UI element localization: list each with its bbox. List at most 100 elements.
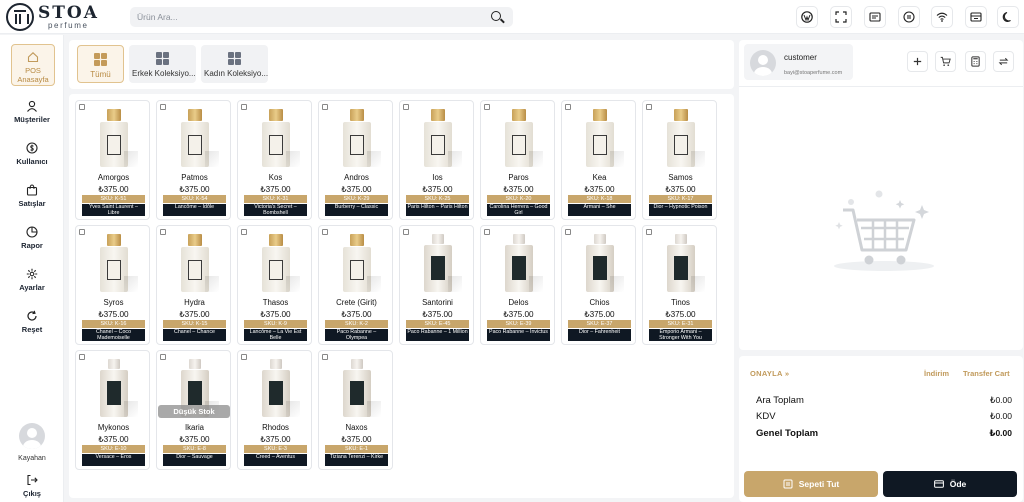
logout-button[interactable]: Çıkış bbox=[0, 474, 64, 498]
product-sku: SKU: K-29 bbox=[325, 195, 388, 203]
product-sku: SKU: K-25 bbox=[406, 195, 469, 203]
sidebar-item-customers[interactable]: Müşteriler bbox=[0, 100, 64, 124]
pay-button[interactable]: Öde bbox=[883, 471, 1017, 497]
transfer-cart-button[interactable]: Transfer Cart bbox=[963, 369, 1010, 378]
info-icon[interactable] bbox=[160, 229, 166, 235]
product-price: ₺375.00 bbox=[179, 310, 210, 319]
product-card[interactable]: Patmos ₺375.00 SKU: K-54 Lancôme – Idôle bbox=[156, 100, 231, 220]
product-card[interactable]: Ios ₺375.00 SKU: K-25 Paris Hilton – Paris … bbox=[399, 100, 474, 220]
info-icon[interactable] bbox=[646, 229, 652, 235]
product-card[interactable]: Amorgos ₺375.00 SKU: K-51 Yves Saint Lauren… bbox=[75, 100, 150, 220]
info-icon[interactable] bbox=[403, 104, 409, 110]
tab-men-collection[interactable]: Erkek Koleksiyo... bbox=[129, 45, 196, 83]
product-card[interactable]: Andros ₺375.00 SKU: K-29 Burberry – Classic bbox=[318, 100, 393, 220]
info-icon[interactable] bbox=[565, 104, 571, 110]
wordpress-button[interactable] bbox=[796, 6, 818, 28]
product-sku: SKU: K-51 bbox=[82, 195, 145, 203]
info-icon[interactable] bbox=[322, 229, 328, 235]
product-card[interactable]: Crete (Girit) ₺375.00 SKU: K-2 Paco Rabanne… bbox=[318, 225, 393, 345]
product-card[interactable]: Kos ₺375.00 SKU: K-31 Victoria's Secret – B… bbox=[237, 100, 312, 220]
refresh-icon bbox=[27, 310, 37, 321]
sidebar-item-pos-home[interactable]: POS Anasayfa bbox=[11, 44, 55, 86]
customer-selector[interactable]: customer bayi@stoaperfume.com bbox=[744, 44, 853, 80]
product-card[interactable]: Santorini ₺375.00 SKU: E-45 Paco Rabanne – … bbox=[399, 225, 474, 345]
product-image bbox=[179, 234, 219, 292]
product-inspiration: Dior – Hypnotic Poison bbox=[649, 204, 712, 216]
sidebar-item-reset[interactable]: Reşet bbox=[0, 310, 64, 334]
info-icon[interactable] bbox=[241, 104, 247, 110]
product-price: ₺375.00 bbox=[422, 310, 453, 319]
avatar[interactable] bbox=[19, 423, 45, 449]
product-card[interactable]: Thasos ₺375.00 SKU: K-9 Lancôme – La Vie Es… bbox=[237, 225, 312, 345]
product-inspiration: Burberry – Classic bbox=[325, 204, 388, 216]
product-card[interactable]: Chios ₺375.00 SKU: E-37 Dior – Fahrenheit bbox=[561, 225, 636, 345]
pause-button[interactable] bbox=[898, 6, 920, 28]
product-name: Patmos bbox=[181, 173, 208, 182]
swap-button[interactable] bbox=[993, 51, 1014, 72]
product-card[interactable]: Paros ₺375.00 SKU: K-20 Carolina Herrera – … bbox=[480, 100, 555, 220]
product-card[interactable]: Delos ₺375.00 SKU: E-39 Paco Rabanne – Invi… bbox=[480, 225, 555, 345]
dark-mode-toggle[interactable] bbox=[997, 6, 1019, 28]
product-card[interactable]: Samos ₺375.00 SKU: K-17 Dior – Hypnotic Poi… bbox=[642, 100, 717, 220]
wifi-button[interactable] bbox=[931, 6, 953, 28]
hold-cart-button[interactable]: Sepeti Tut bbox=[744, 471, 878, 497]
product-price: ₺375.00 bbox=[503, 185, 534, 194]
sidebar-item-report[interactable]: Rapor bbox=[0, 226, 64, 250]
product-card[interactable]: Syros ₺375.00 SKU: K-16 Chanel – Coco Madem… bbox=[75, 225, 150, 345]
info-icon[interactable] bbox=[322, 104, 328, 110]
info-icon[interactable] bbox=[79, 229, 85, 235]
calculator-icon bbox=[971, 56, 980, 67]
info-icon[interactable] bbox=[484, 229, 490, 235]
fullscreen-button[interactable] bbox=[830, 6, 852, 28]
tab-all[interactable]: Tümü bbox=[77, 45, 124, 83]
sidebar-item-users[interactable]: Kullanıcı bbox=[0, 142, 64, 166]
info-icon[interactable] bbox=[79, 104, 85, 110]
info-icon[interactable] bbox=[646, 104, 652, 110]
info-icon[interactable] bbox=[403, 229, 409, 235]
product-card[interactable]: Düşük Stok Ikaria ₺375.00 SKU: E-8 Dior – Sa… bbox=[156, 350, 231, 470]
product-card[interactable]: Mykonos ₺375.00 SKU: E-10 Versace – Eros bbox=[75, 350, 150, 470]
logo[interactable]: STOA perfume bbox=[6, 3, 97, 31]
pause-icon bbox=[903, 11, 915, 23]
sidebar-item-sales[interactable]: Satışlar bbox=[0, 184, 64, 208]
info-icon[interactable] bbox=[241, 354, 247, 360]
tab-women-collection[interactable]: Kadın Koleksiyo... bbox=[201, 45, 268, 83]
add-customer-button[interactable] bbox=[907, 51, 928, 72]
product-card[interactable]: Tinos ₺375.00 SKU: E-31 Emporio Armani – St… bbox=[642, 225, 717, 345]
sidebar-item-label: Reşet bbox=[21, 325, 43, 334]
product-name: Ikaria bbox=[184, 423, 205, 432]
product-price: ₺375.00 bbox=[179, 435, 210, 444]
product-card[interactable]: Rhodos ₺375.00 SKU: E-3 Creed – Aventus bbox=[237, 350, 312, 470]
receipt-button[interactable] bbox=[864, 6, 886, 28]
product-sku: SKU: E-3 bbox=[244, 445, 307, 453]
info-icon[interactable] bbox=[241, 229, 247, 235]
tab-label: Kadın Koleksiyo... bbox=[204, 69, 268, 78]
search-input[interactable] bbox=[130, 7, 470, 27]
search-icon[interactable] bbox=[491, 11, 501, 21]
product-price: ₺375.00 bbox=[98, 185, 129, 194]
customer-email: bayi@stoaperfume.com bbox=[784, 70, 843, 76]
product-inspiration: Emporio Armani – Stronger With You bbox=[649, 329, 712, 341]
info-icon[interactable] bbox=[484, 104, 490, 110]
product-card[interactable]: Kea ₺375.00 SKU: K-18 Armani – She bbox=[561, 100, 636, 220]
product-inspiration: Creed – Aventus bbox=[244, 454, 307, 466]
info-icon[interactable] bbox=[160, 354, 166, 360]
info-icon[interactable] bbox=[160, 104, 166, 110]
confirm-button[interactable]: ONAYLA » bbox=[750, 369, 789, 378]
product-card[interactable]: Naxos ₺375.00 SKU: E-1 Tiziana Terenzi – Ki… bbox=[318, 350, 393, 470]
product-inspiration: Tiziana Terenzi – Kirke bbox=[325, 454, 388, 466]
cash-register-button[interactable] bbox=[965, 6, 987, 28]
info-icon[interactable] bbox=[322, 354, 328, 360]
discount-button[interactable]: İndirim bbox=[924, 369, 949, 378]
product-card[interactable]: Hydra ₺375.00 SKU: K-15 Chanel – Chance bbox=[156, 225, 231, 345]
sidebar-item-settings[interactable]: Ayarlar bbox=[0, 268, 64, 292]
product-image bbox=[98, 109, 138, 167]
info-icon[interactable] bbox=[565, 229, 571, 235]
product-price: ₺375.00 bbox=[422, 185, 453, 194]
product-price: ₺375.00 bbox=[584, 185, 615, 194]
calculator-button[interactable] bbox=[965, 51, 986, 72]
cart-button[interactable] bbox=[935, 51, 956, 72]
info-icon[interactable] bbox=[79, 354, 85, 360]
product-image bbox=[422, 234, 462, 292]
cart-icon bbox=[940, 56, 951, 66]
